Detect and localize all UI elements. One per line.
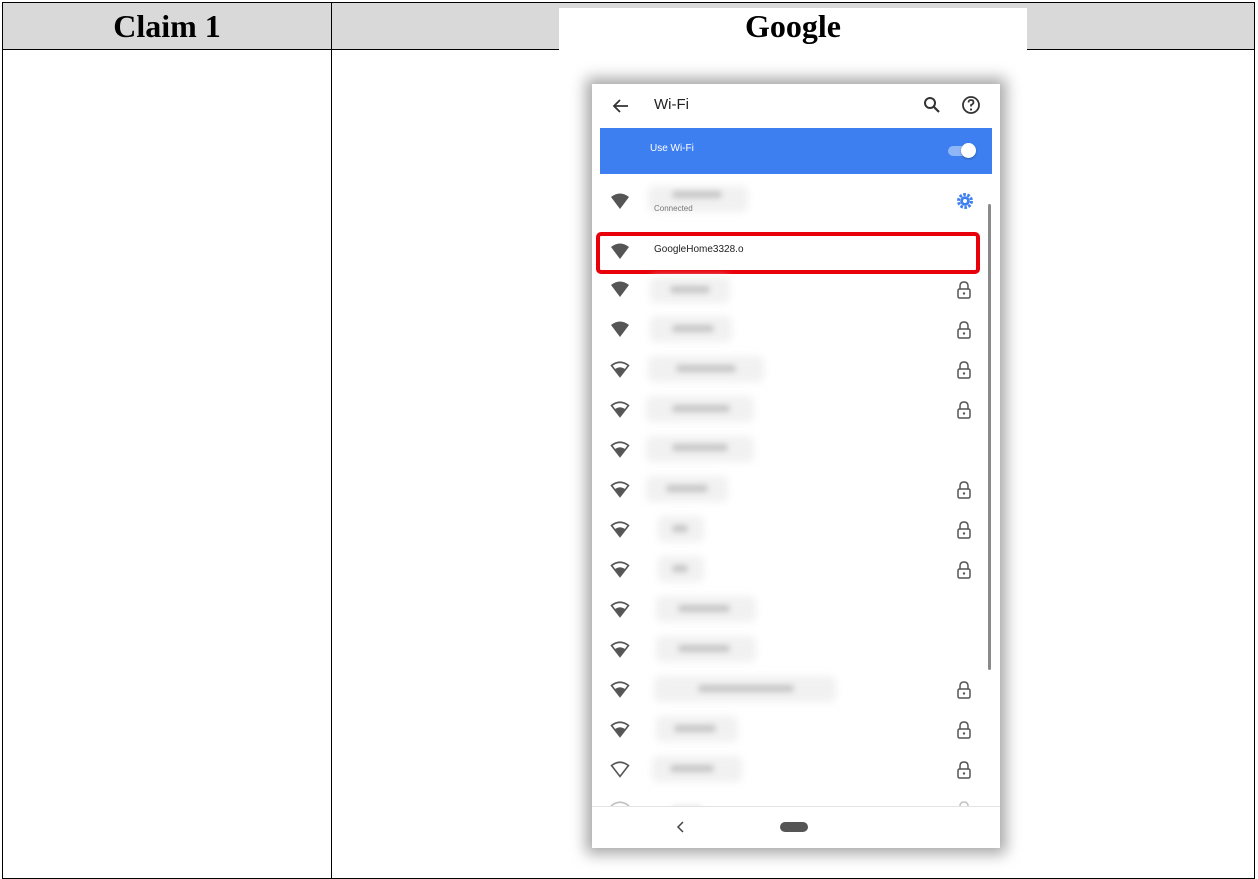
blurred-network-name xyxy=(698,685,794,692)
wifi-full-signal-icon xyxy=(611,193,629,209)
network-row[interactable] xyxy=(592,430,1000,470)
lock-icon xyxy=(957,481,971,499)
wifi-settings-screen: Wi-Fi Use Wi-Fi Connected GoogleHome3328… xyxy=(592,84,1000,848)
lock-icon xyxy=(957,401,971,419)
use-wifi-label: Use Wi-Fi xyxy=(650,143,694,154)
wifi-outline-signal-icon xyxy=(610,561,630,578)
network-row[interactable] xyxy=(592,270,1000,310)
claim-column-header: Claim 1 xyxy=(113,8,221,44)
app-bar: Wi-Fi xyxy=(592,84,1000,128)
column-divider xyxy=(331,3,332,878)
wifi-outline-signal-icon xyxy=(610,721,630,738)
network-status: Connected xyxy=(654,204,693,213)
wifi-outline-signal-icon xyxy=(610,521,630,538)
evidence-column-header-label: Google xyxy=(559,8,1027,50)
search-icon[interactable] xyxy=(922,95,942,115)
blurred-network-name xyxy=(672,525,688,532)
back-arrow-icon[interactable] xyxy=(610,95,632,117)
blurred-network-name xyxy=(678,645,730,652)
lock-icon xyxy=(957,681,971,699)
table-header-row: Claim 1 Google xyxy=(3,3,1254,50)
blurred-network-name xyxy=(666,485,708,492)
network-row[interactable] xyxy=(592,710,1000,750)
evidence-column-header: Google xyxy=(332,3,1254,50)
help-icon[interactable] xyxy=(960,94,982,116)
scrollbar[interactable] xyxy=(988,204,991,670)
wifi-full-signal-icon xyxy=(611,281,629,297)
nav-back-icon[interactable] xyxy=(676,821,686,833)
network-row[interactable] xyxy=(592,550,1000,590)
toggle-thumb xyxy=(961,143,976,158)
gear-icon[interactable] xyxy=(956,192,974,210)
highlight-box xyxy=(596,232,980,274)
blurred-network-name xyxy=(670,286,710,293)
lock-icon xyxy=(957,521,971,539)
phone-screenshot: Wi-Fi Use Wi-Fi Connected GoogleHome3328… xyxy=(592,84,1000,848)
network-row[interactable] xyxy=(592,510,1000,550)
lock-icon xyxy=(957,321,971,339)
wifi-outline-signal-icon xyxy=(610,681,630,698)
network-row[interactable] xyxy=(592,670,1000,710)
use-wifi-switch-bar[interactable]: Use Wi-Fi xyxy=(600,128,992,174)
network-row[interactable] xyxy=(592,350,1000,390)
wifi-full-signal-icon xyxy=(611,321,629,337)
network-row[interactable] xyxy=(592,310,1000,350)
network-row[interactable] xyxy=(592,470,1000,510)
wifi-outline-signal-icon xyxy=(610,641,630,658)
lock-icon xyxy=(957,361,971,379)
blurred-network-name xyxy=(670,765,714,772)
system-nav-bar xyxy=(592,806,1000,848)
lock-icon xyxy=(957,721,971,739)
wifi-outline-signal-icon xyxy=(610,441,630,458)
wifi-toggle[interactable] xyxy=(948,141,976,161)
lock-icon xyxy=(957,281,971,299)
blurred-network-name xyxy=(672,444,728,451)
network-row[interactable] xyxy=(592,750,1000,790)
blurred-network-name xyxy=(672,191,722,198)
lock-icon xyxy=(957,761,971,779)
wifi-outline-signal-icon xyxy=(610,481,630,498)
blurred-network-name xyxy=(672,405,730,412)
wifi-outline-signal-icon xyxy=(610,361,630,378)
wifi-outline-signal-icon xyxy=(610,761,630,778)
wifi-outline-signal-icon xyxy=(610,401,630,418)
network-row-connected[interactable]: Connected xyxy=(592,182,1000,222)
blurred-network-name xyxy=(672,325,714,332)
lock-icon xyxy=(957,561,971,579)
blurred-network-name xyxy=(678,605,730,612)
network-row[interactable] xyxy=(592,590,1000,630)
network-row[interactable] xyxy=(592,390,1000,430)
home-pill-icon[interactable] xyxy=(780,822,808,832)
network-row[interactable] xyxy=(592,630,1000,670)
blurred-network-name xyxy=(674,725,716,732)
page-title: Wi-Fi xyxy=(654,96,689,113)
blurred-network-name xyxy=(676,365,736,372)
blurred-network-name xyxy=(672,565,688,572)
wifi-outline-signal-icon xyxy=(610,601,630,618)
